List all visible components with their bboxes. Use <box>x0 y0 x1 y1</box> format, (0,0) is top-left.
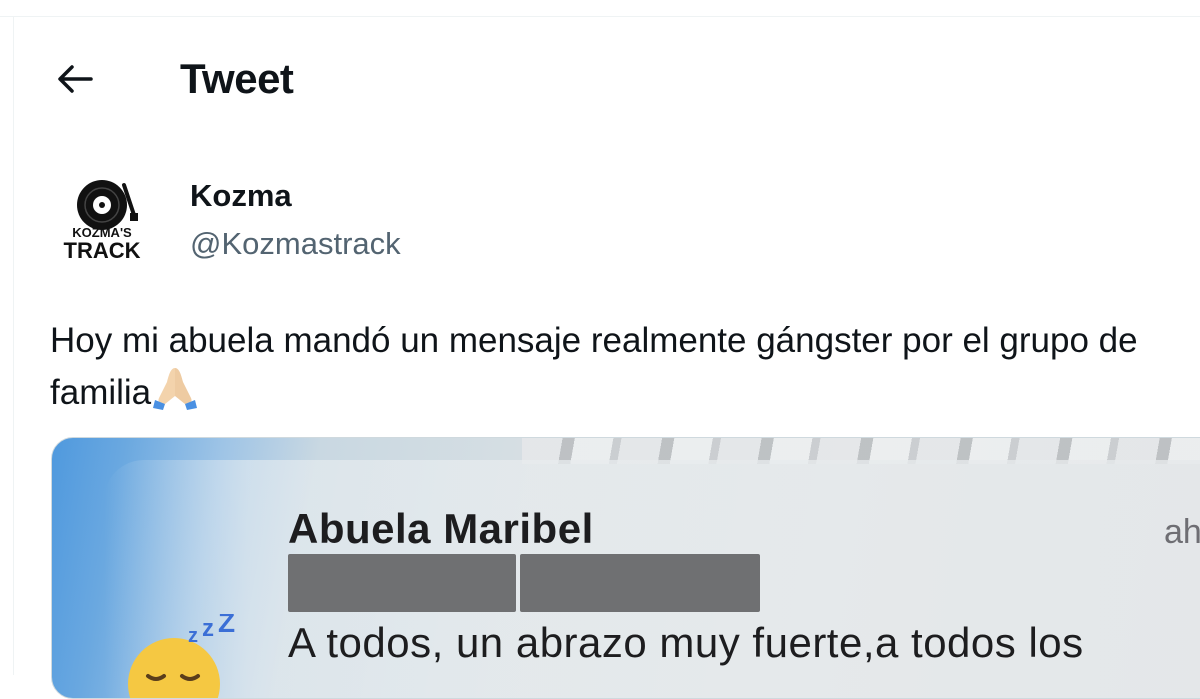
svg-text:Z: Z <box>218 614 235 638</box>
tweet-text-word: familia <box>50 373 152 412</box>
page-title: Tweet <box>180 55 294 102</box>
back-button[interactable] <box>48 52 102 106</box>
author-name[interactable]: Kozma <box>190 176 292 216</box>
redaction-bar <box>288 554 516 612</box>
folded-hands-icon <box>151 364 199 422</box>
redaction-bar <box>520 554 760 612</box>
tweet-text-line-1: Hoy mi abuela mandó un mensaje realmente… <box>50 321 1138 360</box>
svg-text:z: z <box>188 625 198 647</box>
svg-text:z: z <box>202 615 214 642</box>
notification-message: A todos, un abrazo muy fuerte,a todos lo… <box>288 619 1084 666</box>
notification-time: ahora <box>1164 513 1200 551</box>
avatar-logo-bottom: TRACK <box>64 238 141 263</box>
tweet-text: Hoy mi abuela mandó un mensaje realmente… <box>50 318 1200 422</box>
author-handle[interactable]: @Kozmastrack <box>190 224 401 264</box>
sleeping-face-icon: z z Z <box>126 607 246 698</box>
notification-sender: Abuela Maribel <box>288 505 594 552</box>
tweet-text-line-2: familia <box>50 364 1200 422</box>
avatar[interactable]: KOZMA'S TRACK <box>52 175 152 270</box>
browser-top-strip <box>0 0 1200 17</box>
column-divider <box>13 16 14 675</box>
tweet-media-image[interactable]: Abuela Maribel ahora z z Z A todos, un a… <box>51 437 1200 699</box>
arrow-left-icon <box>58 65 93 93</box>
